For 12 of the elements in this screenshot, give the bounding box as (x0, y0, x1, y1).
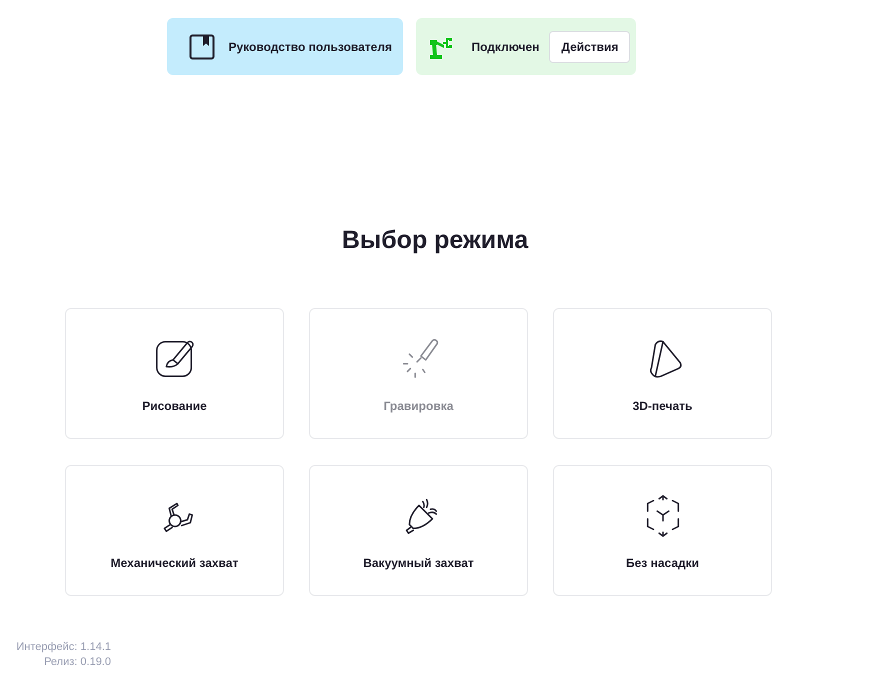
mode-card[interactable]: Механический захват (65, 465, 284, 596)
version-text: Интерфейс: 1.14.1 (15, 640, 111, 655)
page-title: Выбор режима (340, 225, 530, 256)
mode-card[interactable]: 3D-печать (553, 308, 772, 439)
connection-status: Подключен (472, 38, 540, 56)
mode-card[interactable]: Без насадки (553, 465, 772, 596)
book-icon (188, 34, 214, 60)
user-manual-button[interactable]: Руководство пользователя (166, 18, 402, 75)
version-text: Релиз: 0.19.0 (43, 655, 111, 670)
mode-card[interactable]: Вакуумный захват (309, 465, 528, 596)
actions-button[interactable]: Действия (549, 30, 630, 62)
mode-card[interactable]: Рисование (65, 308, 284, 439)
